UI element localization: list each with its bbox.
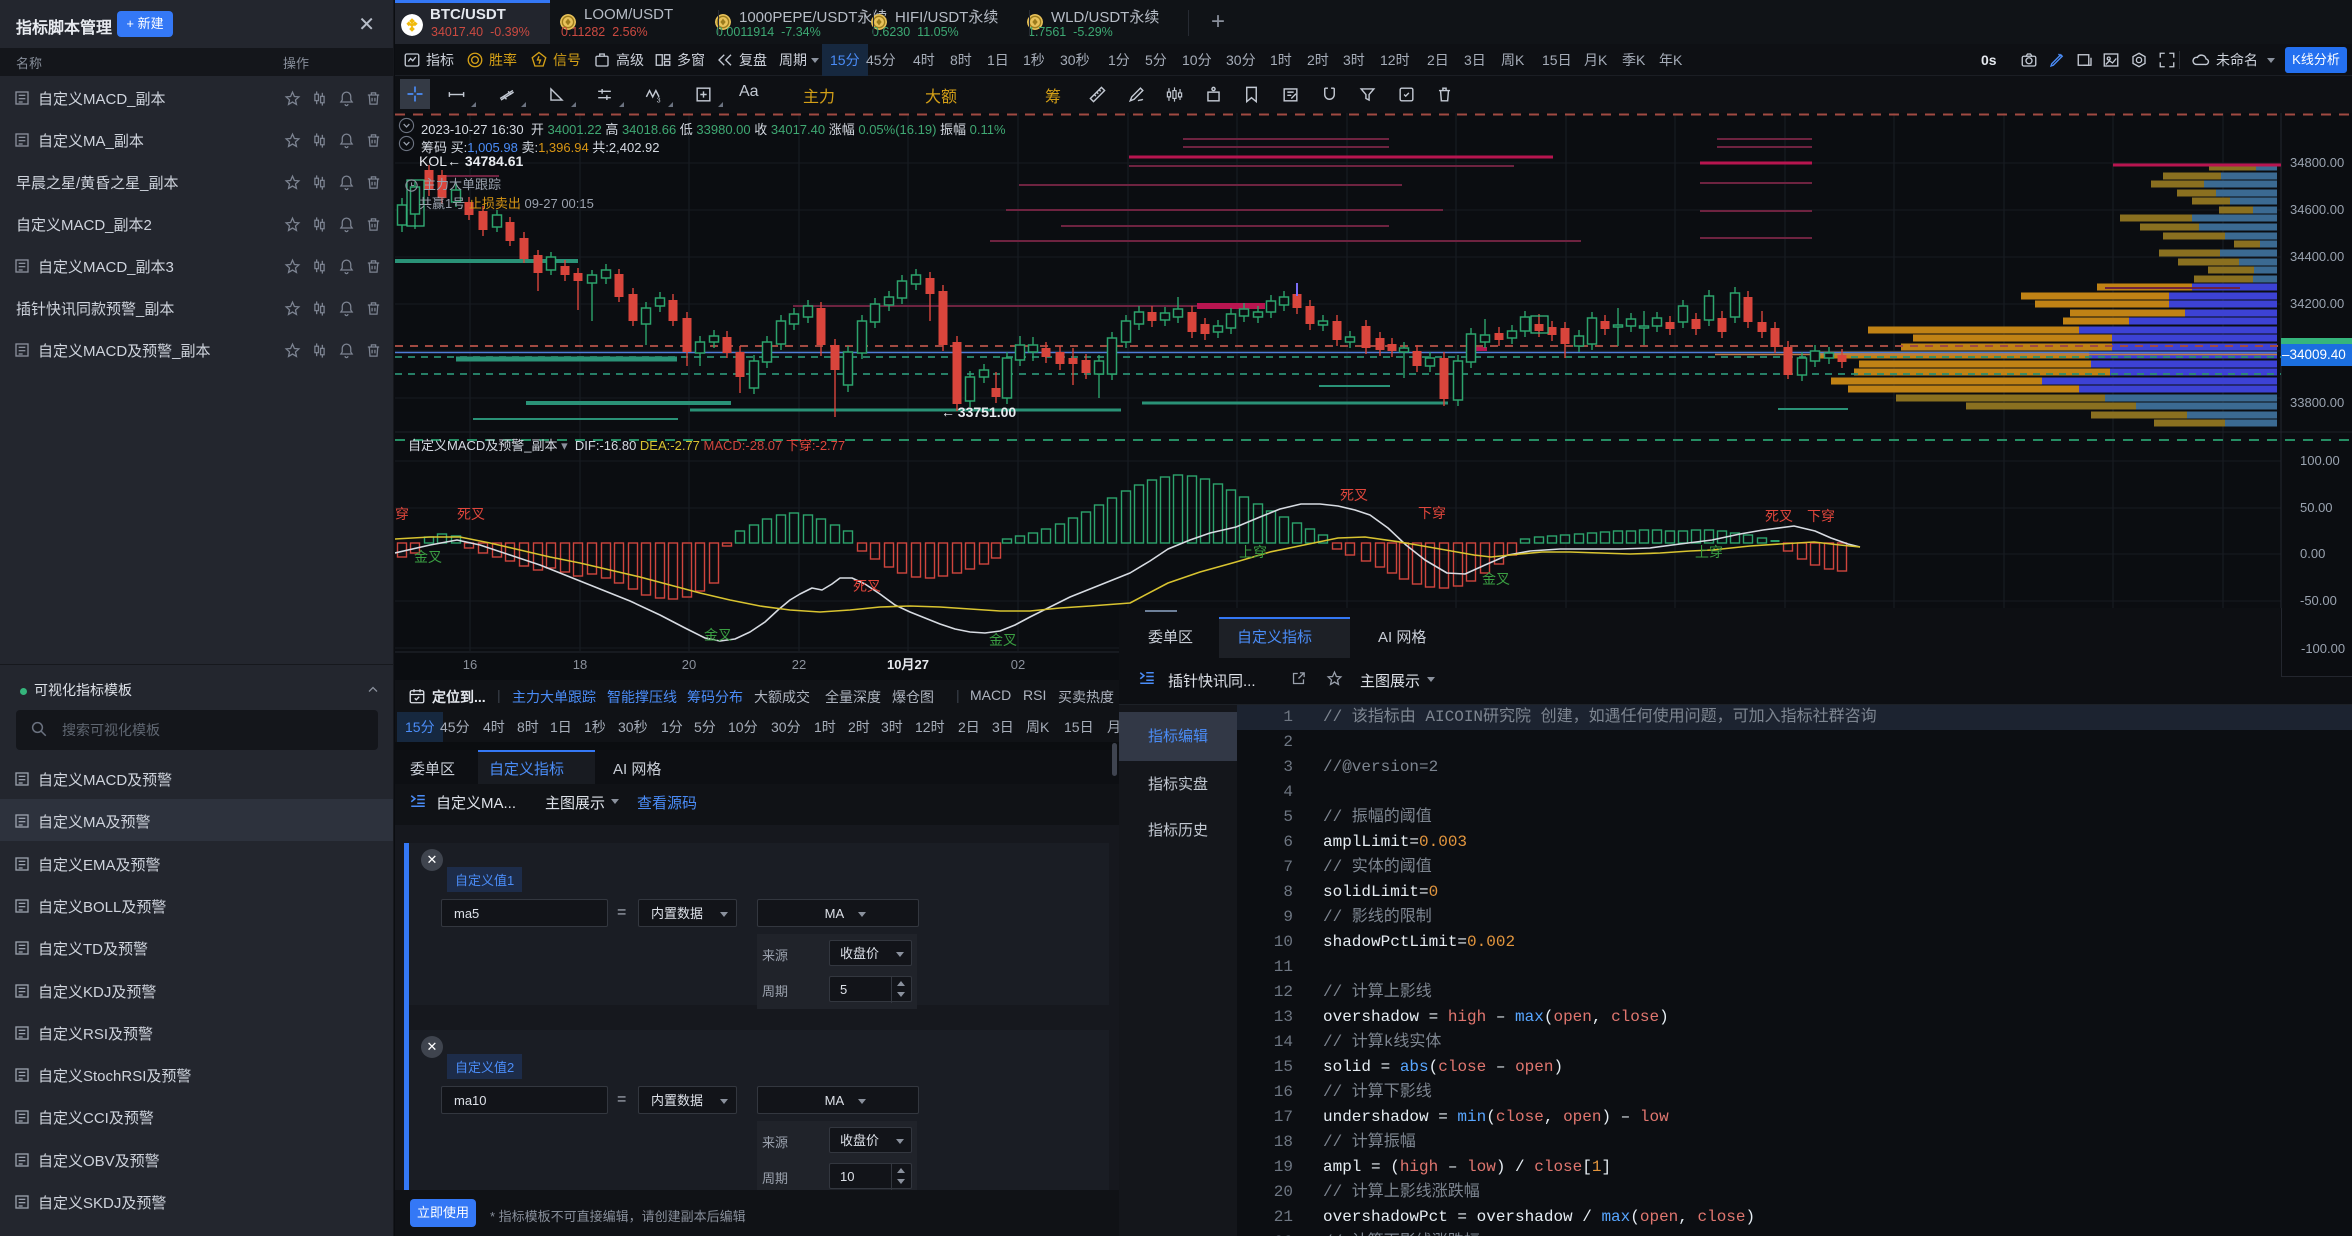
svg-text:上穿: 上穿 bbox=[1239, 544, 1267, 560]
svg-text:34800.00: 34800.00 bbox=[2290, 155, 2344, 170]
svg-text:22: 22 bbox=[792, 657, 806, 672]
svg-text:‒34009.40: ‒34009.40 bbox=[2282, 347, 2346, 362]
svg-text:金叉: 金叉 bbox=[414, 549, 442, 565]
svg-text:穿: 穿 bbox=[395, 506, 409, 522]
svg-text:金叉: 金叉 bbox=[989, 632, 1017, 648]
svg-text:上穿: 上穿 bbox=[1695, 544, 1723, 560]
svg-text:34600.00: 34600.00 bbox=[2290, 202, 2344, 217]
svg-text:33800.00: 33800.00 bbox=[2290, 395, 2344, 410]
svg-text:← 33751.00: ← 33751.00 bbox=[941, 404, 1016, 420]
svg-text:下穿: 下穿 bbox=[1418, 505, 1446, 521]
svg-text:50.00: 50.00 bbox=[2300, 500, 2333, 515]
svg-text:20: 20 bbox=[682, 657, 696, 672]
svg-text:下穿: 下穿 bbox=[1807, 508, 1835, 524]
svg-text:金叉: 金叉 bbox=[704, 627, 732, 643]
svg-text:死叉: 死叉 bbox=[853, 578, 881, 594]
svg-text:16: 16 bbox=[463, 657, 477, 672]
svg-text:18: 18 bbox=[573, 657, 587, 672]
svg-text:02: 02 bbox=[1011, 657, 1025, 672]
svg-text:-50.00: -50.00 bbox=[2300, 593, 2337, 608]
svg-text:100.00: 100.00 bbox=[2300, 453, 2340, 468]
svg-text:死叉: 死叉 bbox=[1765, 508, 1793, 524]
svg-text:3: 3 bbox=[657, 96, 661, 104]
svg-text:死叉: 死叉 bbox=[1340, 487, 1368, 503]
svg-text:金叉: 金叉 bbox=[1482, 571, 1510, 587]
svg-text:34400.00: 34400.00 bbox=[2290, 249, 2344, 264]
svg-text:34200.00: 34200.00 bbox=[2290, 296, 2344, 311]
svg-text:0.00: 0.00 bbox=[2300, 546, 2325, 561]
svg-text:10月27: 10月27 bbox=[887, 657, 929, 672]
svg-text:死叉: 死叉 bbox=[457, 506, 485, 522]
